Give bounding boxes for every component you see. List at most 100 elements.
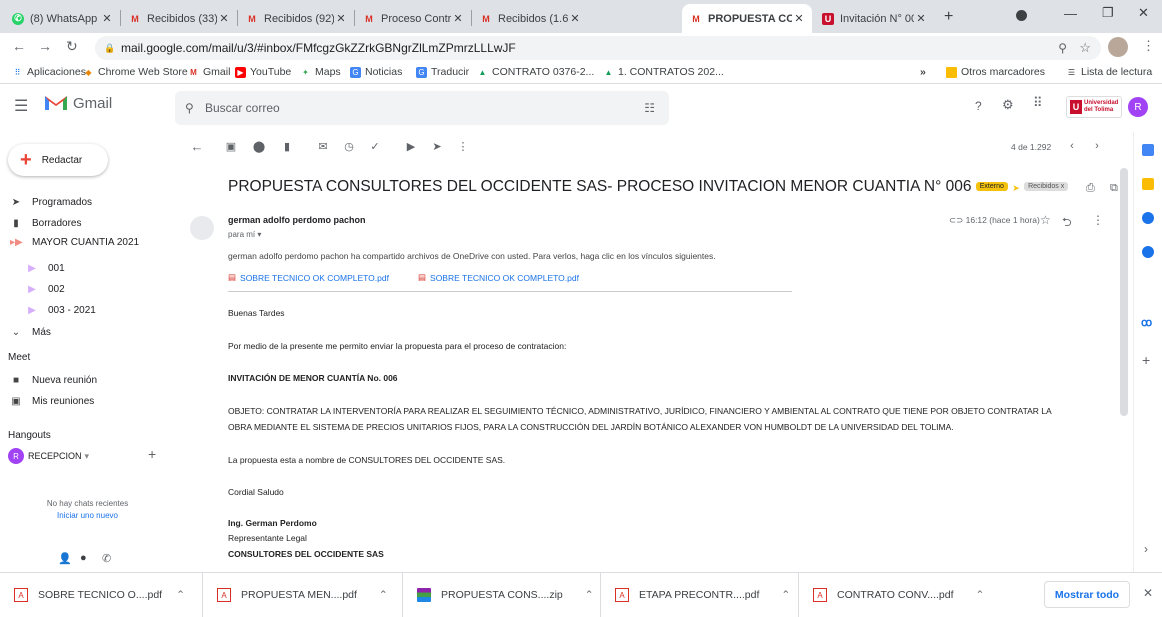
sidebar-item-003-2021[interactable]: ▶ 003 - 2021 <box>0 300 175 320</box>
reply-icon[interactable]: ⮌ <box>1062 213 1072 234</box>
close-icon[interactable]: ✕ <box>914 12 928 25</box>
reload-icon[interactable]: ↻ <box>66 38 78 55</box>
calendar-icon[interactable] <box>1142 144 1154 156</box>
tab-gmail-2[interactable]: M Recibidos (92) - jt ✕ <box>238 4 354 33</box>
download-item-3[interactable]: PROPUESTA CONS....zip ⌃ <box>403 573 601 617</box>
browser-menu-icon[interactable]: ⋮ <box>1142 38 1155 54</box>
other-bookmarks[interactable]: Otros marcadores <box>946 66 1045 78</box>
download-item-5[interactable]: A CONTRATO CONV....pdf ⌃ <box>799 573 999 617</box>
sender-name[interactable]: german adolfo perdomo pachon <box>228 215 366 225</box>
compose-button[interactable]: + Redactar <box>8 144 108 176</box>
sidebar-item-mayor-cuantia[interactable]: ▸▶ MAYOR CUANTIA 2021 <box>0 232 175 252</box>
tab-gmail-4[interactable]: M Recibidos (1.671) ✕ <box>472 4 588 33</box>
chevron-up-icon[interactable]: ⌃ <box>976 589 985 601</box>
scrollbar[interactable] <box>1120 168 1128 416</box>
url-field[interactable]: 🔒 mail.google.com/mail/u/3/#inbox/FMfcgz… <box>95 36 1101 60</box>
sidebar-item-programados[interactable]: ➤ Programados <box>0 192 175 212</box>
search-input[interactable]: ⚲ Buscar correo ☷ <box>175 91 669 125</box>
move-to-icon[interactable]: ▶ <box>404 139 418 153</box>
account-avatar[interactable]: R <box>1128 97 1148 117</box>
download-item-1[interactable]: A SOBRE TECNICO O....pdf ⌃ <box>0 573 203 617</box>
sidebar-item-mas[interactable]: ⌄ Más <box>0 322 175 342</box>
bookmark-chrome-web-store[interactable]: ◆ Chrome Web Store <box>83 66 187 78</box>
hangouts-user[interactable]: R RECEPCION ▾ <box>8 448 89 464</box>
tab-whatsapp[interactable]: ✆ (8) WhatsApp ✕ <box>4 4 120 33</box>
meet-mis-reuniones[interactable]: ▣ Mis reuniones <box>0 391 175 411</box>
window-close-icon[interactable]: ✕ <box>1138 5 1149 21</box>
bookmark-gmail[interactable]: M Gmail <box>188 66 230 78</box>
tab-invitacion[interactable]: U Invitación N° 006 ✕ <box>814 4 934 33</box>
mark-unread-icon[interactable]: ✉ <box>316 139 330 153</box>
more-options-icon[interactable]: ⋮ <box>456 139 470 153</box>
archive-icon[interactable]: ▣ <box>224 139 238 153</box>
sidebar-item-borradores[interactable]: ▮ Borradores <box>0 213 175 233</box>
close-icon[interactable]: ✕ <box>451 12 465 25</box>
label-as-icon[interactable]: ➤ <box>430 139 444 153</box>
profile-avatar[interactable] <box>1108 37 1128 57</box>
bookmark-traducir[interactable]: G Traducir <box>416 66 469 78</box>
sidebar-item-001[interactable]: ▶ 001 <box>0 258 175 278</box>
bookmark-contrato[interactable]: ▲ CONTRATO 0376-2... <box>477 66 595 78</box>
add-addon-icon[interactable]: + <box>1142 352 1150 368</box>
back-icon[interactable]: ← <box>12 38 26 54</box>
search-options-icon[interactable]: ☷ <box>644 91 655 125</box>
bookmarks-overflow[interactable]: » <box>920 66 926 78</box>
importance-marker-icon[interactable]: ➤ <box>1012 183 1020 193</box>
tab-gmail-3[interactable]: M Proceso Contrata ✕ <box>355 4 471 33</box>
organization-logo[interactable]: U Universidad del Tolima <box>1066 96 1122 118</box>
close-icon[interactable]: ✕ <box>568 12 582 25</box>
chat-bubble-icon[interactable]: ● <box>80 552 87 564</box>
reading-list[interactable]: ☰ Lista de lectura <box>1066 66 1152 78</box>
snooze-icon[interactable]: ◷ <box>342 139 356 153</box>
gmail-logo[interactable]: Gmail <box>44 94 112 112</box>
delete-icon[interactable]: ▮ <box>280 139 294 153</box>
bookmark-contratos-202[interactable]: ▲ 1. CONTRATOS 202... <box>603 66 724 78</box>
tab-gmail-1[interactable]: M Recibidos (33) - jt ✕ <box>121 4 237 33</box>
open-new-window-icon[interactable]: ⧉ <box>1110 182 1118 195</box>
search-icon[interactable]: ⚲ <box>185 91 194 125</box>
close-icon[interactable]: ✕ <box>217 12 231 25</box>
recipient-line[interactable]: para mí ▾ <box>228 230 261 239</box>
show-all-downloads-button[interactable]: Mostrar todo <box>1044 581 1130 608</box>
tasks-icon[interactable] <box>1142 212 1154 224</box>
forward-icon[interactable]: → <box>38 38 52 54</box>
restore-icon[interactable]: ❐ <box>1102 5 1114 21</box>
phone-icon[interactable]: ✆ <box>102 552 111 565</box>
main-menu-icon[interactable]: ☰ <box>14 96 28 116</box>
zoom-icon[interactable]: ⚲ <box>1058 36 1067 60</box>
inbox-label-chip[interactable]: Recibidos x <box>1024 182 1069 192</box>
help-icon[interactable]: ? <box>975 99 982 113</box>
tab-search-icon[interactable] <box>1016 10 1027 21</box>
close-icon[interactable]: ✕ <box>334 12 348 25</box>
bookmark-youtube[interactable]: ▶ YouTube <box>235 66 291 78</box>
chevron-up-icon[interactable]: ⌃ <box>781 589 790 601</box>
sidebar-item-002[interactable]: ▶ 002 <box>0 279 175 299</box>
chevron-up-icon[interactable]: ⌃ <box>585 589 594 601</box>
close-icon[interactable]: ✕ <box>792 12 806 25</box>
newer-chevron-icon[interactable]: ‹ <box>1065 139 1079 153</box>
attachment-link-1[interactable]: ▤ SOBRE TECNICO OK COMPLETO.pdf <box>228 272 389 283</box>
close-icon[interactable]: ✕ <box>100 12 114 25</box>
apps-grid-icon[interactable]: ⠿ <box>1033 95 1043 111</box>
download-item-4[interactable]: A ETAPA PRECONTR....pdf ⌃ <box>601 573 799 617</box>
message-more-icon[interactable]: ⋮ <box>1092 213 1104 227</box>
add-task-icon[interactable]: ✓ <box>368 139 382 153</box>
settings-gear-icon[interactable]: ⚙ <box>1002 97 1014 113</box>
contacts-icon[interactable]: 👤 <box>58 552 72 565</box>
bookmark-star-icon[interactable]: ☆ <box>1079 36 1091 60</box>
download-item-2[interactable]: A PROPUESTA MEN....pdf ⌃ <box>203 573 403 617</box>
bookmark-noticias[interactable]: G Noticias <box>350 66 402 78</box>
add-chat-icon[interactable]: + <box>148 446 156 462</box>
close-downloads-icon[interactable]: ✕ <box>1143 586 1153 600</box>
older-chevron-icon[interactable]: › <box>1090 139 1104 153</box>
attachment-link-2[interactable]: ▤ SOBRE TECNICO OK COMPLETO.pdf <box>418 272 579 283</box>
start-new-chat-link[interactable]: Iniciar uno nuevo <box>0 511 175 520</box>
expand-panel-icon[interactable]: › <box>1144 542 1148 556</box>
tab-active-propuesta[interactable]: M PROPUESTA CON ✕ <box>682 4 812 33</box>
chevron-up-icon[interactable]: ⌃ <box>176 589 185 601</box>
addon-icon[interactable]: ꝏ <box>1141 316 1152 329</box>
back-to-inbox-icon[interactable]: ← <box>190 139 204 154</box>
bookmark-apps[interactable]: ⠿ Aplicaciones <box>12 66 86 78</box>
star-icon[interactable]: ☆ <box>1040 213 1051 227</box>
minimize-icon[interactable]: — <box>1064 6 1077 21</box>
